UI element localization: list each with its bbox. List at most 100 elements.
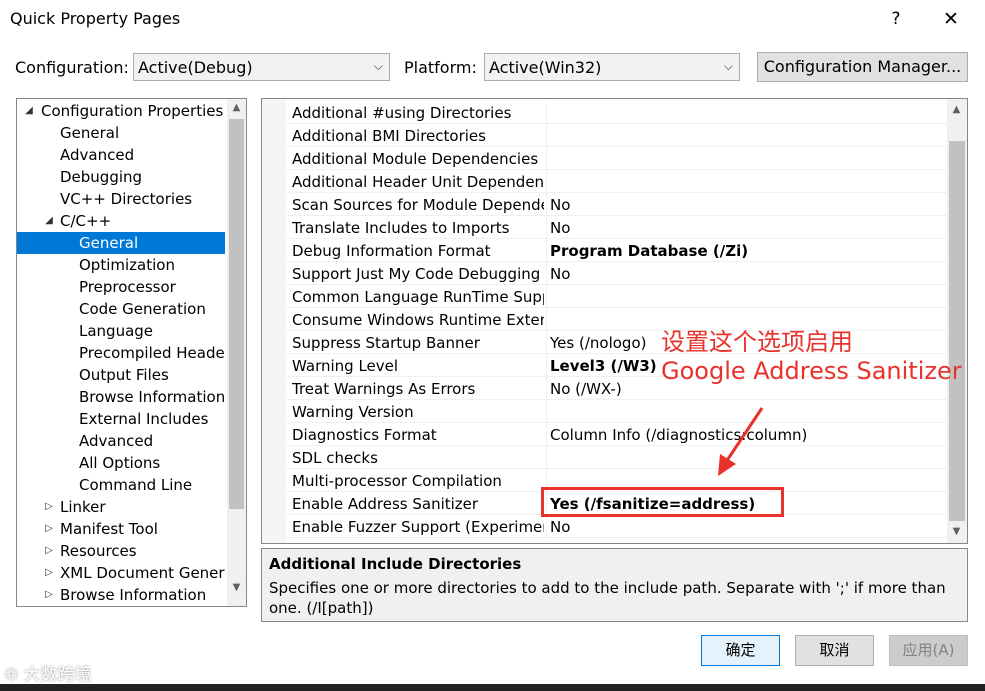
column-divider bbox=[546, 446, 547, 469]
scroll-down-icon[interactable]: ▼ bbox=[227, 579, 246, 597]
collapsed-icon[interactable]: ▷ bbox=[43, 584, 55, 606]
collapsed-icon[interactable]: ▷ bbox=[43, 496, 55, 518]
property-name: Treat Warnings As Errors bbox=[292, 380, 476, 398]
property-name: Additional Header Unit Dependencies bbox=[292, 173, 544, 191]
property-name: Warning Version bbox=[292, 403, 414, 421]
property-name: Suppress Startup Banner bbox=[292, 334, 480, 352]
property-row[interactable]: Support Just My Code Debugging No bbox=[286, 262, 947, 285]
scroll-up-icon[interactable]: ▲ bbox=[227, 99, 246, 117]
column-divider bbox=[546, 170, 547, 193]
title-bar: Quick Property Pages ? ✕ bbox=[0, 0, 985, 40]
description-title: Additional Include Directories bbox=[269, 555, 522, 573]
grid-gutter bbox=[262, 99, 286, 543]
property-name: SDL checks bbox=[292, 449, 378, 467]
expanded-icon[interactable]: ◢ bbox=[23, 100, 35, 122]
property-name: Warning Level bbox=[292, 357, 399, 375]
tree-item-precompiled-headers[interactable]: Precompiled Headers bbox=[17, 342, 225, 364]
property-name: Multi-processor Compilation bbox=[292, 472, 502, 490]
tree-item-vc-directories[interactable]: VC++ Directories bbox=[17, 188, 225, 210]
property-name: Additional Module Dependencies bbox=[292, 150, 539, 168]
tree-item-linker[interactable]: ▷ Linker bbox=[17, 496, 225, 518]
chevron-down-icon: ⌵ bbox=[723, 59, 733, 73]
tree-item-command-line[interactable]: Command Line bbox=[17, 474, 225, 496]
tree-scrollbar[interactable]: ▲ ▼ bbox=[227, 99, 246, 606]
tree-item-c-cpp[interactable]: ◢ C/C++ bbox=[17, 210, 225, 232]
tree-item-xml-document-generator[interactable]: ▷ XML Document Generator bbox=[17, 562, 225, 584]
scroll-thumb[interactable] bbox=[949, 141, 965, 521]
ok-button[interactable]: 确定 bbox=[701, 635, 780, 666]
grid-scrollbar[interactable]: ▲ ▼ bbox=[947, 99, 967, 543]
property-value[interactable]: No bbox=[550, 196, 945, 214]
property-name: Additional #using Directories bbox=[292, 104, 512, 122]
help-button[interactable]: ? bbox=[883, 6, 909, 32]
property-name: Additional BMI Directories bbox=[292, 127, 486, 145]
collapsed-icon[interactable]: ▷ bbox=[43, 518, 55, 540]
tree-item-cpp-general[interactable]: General bbox=[17, 232, 225, 254]
property-row[interactable]: Common Language RunTime Support bbox=[286, 285, 947, 308]
tree-item-external-includes[interactable]: External Includes bbox=[17, 408, 225, 430]
watermark-logo-icon: ❁ bbox=[4, 665, 19, 685]
highlight-box bbox=[541, 487, 784, 517]
property-name: Enable Address Sanitizer bbox=[292, 495, 479, 513]
property-row[interactable]: Translate Includes to Imports No bbox=[286, 216, 947, 239]
property-row[interactable]: SDL checks bbox=[286, 446, 947, 469]
property-grid[interactable]: Additional #using Directories Additional … bbox=[261, 98, 968, 544]
property-row[interactable]: Additional Header Unit Dependencies bbox=[286, 170, 947, 193]
column-divider bbox=[546, 308, 547, 331]
tree-item-debugging[interactable]: Debugging bbox=[17, 166, 225, 188]
cancel-button[interactable]: 取消 bbox=[795, 635, 874, 666]
tree-item-code-generation[interactable]: Code Generation bbox=[17, 298, 225, 320]
property-value[interactable]: No bbox=[550, 265, 945, 283]
property-row[interactable]: Scan Sources for Module Dependencies No bbox=[286, 193, 947, 216]
apply-button[interactable]: 应用(A) bbox=[889, 635, 968, 666]
property-name: Enable Fuzzer Support (Experimental) bbox=[292, 518, 544, 536]
tree-item-preprocessor[interactable]: Preprocessor bbox=[17, 276, 225, 298]
tree-item-browse-information[interactable]: Browse Information bbox=[17, 386, 225, 408]
column-divider bbox=[546, 124, 547, 147]
column-divider bbox=[546, 193, 547, 216]
column-divider bbox=[546, 354, 547, 377]
tree-item-manifest-tool[interactable]: ▷ Manifest Tool bbox=[17, 518, 225, 540]
property-value[interactable]: Program Database (/Zi) bbox=[550, 242, 945, 260]
property-row[interactable]: Additional Module Dependencies bbox=[286, 147, 947, 170]
scroll-down-icon[interactable]: ▼ bbox=[947, 523, 966, 541]
property-row[interactable]: Warning Version bbox=[286, 400, 947, 423]
tree-item-browse-information-2[interactable]: ▷ Browse Information bbox=[17, 584, 225, 606]
column-divider bbox=[546, 515, 547, 538]
property-name: Debug Information Format bbox=[292, 242, 491, 260]
tree-item-configuration-properties[interactable]: ◢ Configuration Properties bbox=[17, 100, 225, 122]
property-row[interactable]: Diagnostics Format Column Info (/diagnost… bbox=[286, 423, 947, 446]
scroll-up-icon[interactable]: ▲ bbox=[947, 101, 966, 119]
platform-value: Active(Win32) bbox=[489, 58, 602, 77]
configuration-dropdown[interactable]: Active(Debug) ⌵ bbox=[133, 53, 390, 81]
scroll-thumb[interactable] bbox=[229, 119, 244, 509]
tree-item-language[interactable]: Language bbox=[17, 320, 225, 342]
property-value[interactable]: No bbox=[550, 219, 945, 237]
collapsed-icon[interactable]: ▷ bbox=[43, 562, 55, 584]
tree-item-optimization[interactable]: Optimization bbox=[17, 254, 225, 276]
platform-dropdown[interactable]: Active(Win32) ⌵ bbox=[484, 53, 740, 81]
property-row[interactable]: Enable Fuzzer Support (Experimental) No bbox=[286, 515, 947, 538]
tree-item-resources[interactable]: ▷ Resources bbox=[17, 540, 225, 562]
tree-item-all-options[interactable]: All Options bbox=[17, 452, 225, 474]
property-name: Scan Sources for Module Dependencies bbox=[292, 196, 544, 214]
tree-item-advanced[interactable]: Advanced bbox=[17, 144, 225, 166]
description-text: Specifies one or more directories to add… bbox=[269, 579, 946, 617]
property-name: Diagnostics Format bbox=[292, 426, 437, 444]
expanded-icon[interactable]: ◢ bbox=[43, 210, 55, 232]
tree-item-cpp-advanced[interactable]: Advanced bbox=[17, 430, 225, 452]
chevron-down-icon: ⌵ bbox=[373, 59, 383, 73]
tree-item-output-files[interactable]: Output Files bbox=[17, 364, 225, 386]
column-divider bbox=[546, 101, 547, 124]
tree-item-general[interactable]: General bbox=[17, 122, 225, 144]
property-row[interactable]: Debug Information Format Program Database… bbox=[286, 239, 947, 262]
collapsed-icon[interactable]: ▷ bbox=[43, 540, 55, 562]
property-row[interactable]: Additional #using Directories bbox=[286, 101, 947, 124]
property-tree[interactable]: ◢ Configuration Properties General Advan… bbox=[16, 98, 247, 607]
annotation-line-2: Google Address Sanitizer bbox=[661, 357, 962, 385]
close-button[interactable]: ✕ bbox=[936, 6, 966, 32]
property-row[interactable]: Additional BMI Directories bbox=[286, 124, 947, 147]
configuration-manager-button[interactable]: Configuration Manager... bbox=[757, 52, 968, 82]
property-value[interactable]: No bbox=[550, 518, 945, 536]
column-divider bbox=[546, 285, 547, 308]
